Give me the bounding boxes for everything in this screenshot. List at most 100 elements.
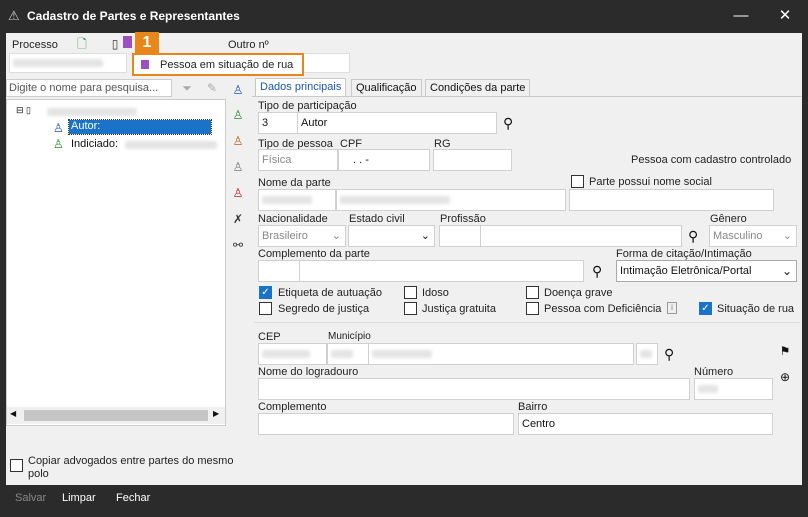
idoso-checkbox[interactable] (404, 286, 417, 299)
segredo-justica-label: Segredo de justiça (278, 303, 370, 315)
popup-icon (141, 60, 149, 69)
complemento-label: Complemento (258, 401, 327, 413)
rg-field[interactable] (433, 149, 512, 171)
remove-person-icon[interactable]: ✗ (229, 210, 247, 228)
municipio-code[interactable] (327, 343, 369, 365)
link-person-icon[interactable]: ⚯ (229, 236, 247, 254)
cadastro-controlado-label: Pessoa com cadastro controlado (631, 154, 792, 166)
add-blue-person-icon[interactable]: ♙ (229, 81, 247, 99)
municipio-field[interactable] (368, 343, 634, 365)
add-address-icon[interactable]: ⊕ (776, 368, 794, 386)
title-bar: ⚠ Cadastro de Partes e Representantes — … (0, 0, 808, 33)
deficiencia-checkbox[interactable] (526, 302, 539, 315)
nome-parte-field[interactable] (336, 189, 566, 211)
copiar-advogados-label: Copiar advogados entre partes do mesmo p… (28, 455, 234, 480)
outro-label: Outro nº (228, 39, 269, 51)
info-icon[interactable]: i (667, 302, 677, 314)
nome-parte-code[interactable] (258, 189, 336, 211)
tree-root-icon[interactable]: ⊟ ▯ (16, 105, 31, 116)
chevron-down-icon: ⌄ (781, 264, 792, 278)
section-divider (254, 322, 800, 323)
complemento-field[interactable] (258, 413, 514, 435)
tab-condicoes[interactable]: Condições da parte (425, 79, 531, 97)
complemento-parte-code[interactable] (258, 260, 300, 282)
copiar-advogados-checkbox[interactable] (10, 459, 23, 472)
scroll-left-icon[interactable]: ◀ (10, 409, 16, 418)
estado-civil-select[interactable]: ⌄ (348, 225, 435, 247)
tipo-pessoa-field[interactable]: Física (258, 149, 338, 171)
minimize-button[interactable]: — (726, 5, 756, 27)
numero-field[interactable] (694, 378, 773, 400)
segredo-justica-checkbox[interactable] (259, 302, 272, 315)
tree-item-autor[interactable]: Autor: (68, 119, 212, 135)
tipo-participacao-field[interactable]: Autor (297, 112, 497, 134)
etiqueta-checkbox[interactable]: ✓ (259, 286, 272, 299)
profissao-label: Profissão (440, 213, 486, 225)
complemento-parte-label: Complemento da parte (258, 248, 370, 260)
tipo-participacao-code[interactable]: 3 (258, 112, 298, 134)
genero-label: Gênero (710, 213, 747, 225)
book-icon[interactable]: ▯ (106, 35, 124, 53)
app-icon: ⚠ (8, 8, 20, 23)
situacao-rua-checkbox[interactable]: ✓ (699, 302, 712, 315)
chevron-down-icon: ⌄ (782, 230, 792, 242)
tab-qualificacao[interactable]: Qualificação (351, 79, 422, 97)
fechar-button[interactable]: Fechar (116, 492, 150, 504)
find-address-icon[interactable]: ⚑ (776, 342, 794, 360)
bairro-label: Bairro (518, 401, 548, 413)
scroll-right-icon[interactable]: ▶ (213, 409, 219, 418)
add-orange-person-icon[interactable]: ♙ (229, 132, 247, 150)
tree-item-indiciado[interactable]: Indiciado: (71, 138, 118, 150)
logradouro-label: Nome do logradouro (258, 366, 359, 378)
profissao-field[interactable] (480, 225, 682, 247)
municipio-label: Município (328, 331, 371, 342)
horizontal-scrollbar[interactable]: ◀ ▶ (7, 407, 225, 424)
cpf-field[interactable]: . . - (338, 149, 430, 171)
nome-social-checkbox[interactable] (571, 175, 584, 188)
filter-icon[interactable]: ⏷ (178, 79, 196, 97)
processo-field[interactable] (9, 53, 127, 73)
uf-field[interactable] (636, 343, 658, 365)
search-placeholder: Digite o nome para pesquisa... (9, 82, 159, 94)
etiqueta-label: Etiqueta de autuação (278, 287, 382, 299)
tree-item-label: Autor: (71, 120, 101, 132)
idoso-label: Idoso (422, 287, 449, 299)
search-municipio-icon[interactable]: ⚲ (664, 345, 674, 363)
add-green-person-icon[interactable]: ♙ (229, 106, 247, 124)
search-profissao-icon[interactable]: ⚲ (688, 227, 698, 245)
cep-label: CEP (258, 331, 281, 343)
bairro-field[interactable]: Centro (518, 413, 773, 435)
add-red-person-icon[interactable]: ♙ (229, 184, 247, 202)
forma-citacao-value: Intimação Eletrônica/Portal (620, 265, 752, 277)
window-title: Cadastro de Partes e Representantes (27, 9, 240, 23)
profissao-code[interactable] (439, 225, 481, 247)
search-input[interactable]: Digite o nome para pesquisa... (6, 79, 172, 97)
justica-gratuita-checkbox[interactable] (404, 302, 417, 315)
scroll-thumb[interactable] (24, 410, 208, 421)
salvar-button[interactable]: Salvar (15, 492, 46, 504)
numero-label: Número (694, 366, 734, 378)
search-complemento-icon[interactable]: ⚲ (592, 262, 602, 280)
nacionalidade-value: Brasileiro (262, 230, 308, 242)
nacionalidade-select[interactable]: Brasileiro ⌄ (258, 225, 346, 247)
add-gray-person-icon[interactable]: ♙ (229, 158, 247, 176)
cep-field[interactable] (258, 343, 327, 365)
chevron-down-icon: ⌄ (420, 230, 430, 242)
complemento-parte-field[interactable] (299, 260, 584, 282)
situacao-rua-popup[interactable]: Pessoa em situação de rua (132, 53, 304, 76)
brush-icon[interactable]: ✎ (203, 79, 221, 97)
genero-select[interactable]: Masculino ⌄ (709, 225, 797, 247)
deficiencia-label: Pessoa com Deficiência (544, 303, 662, 315)
purple-marker-icon[interactable] (123, 36, 132, 48)
doenca-grave-checkbox[interactable] (526, 286, 539, 299)
search-participacao-icon[interactable]: ⚲ (503, 114, 513, 132)
logradouro-field[interactable] (258, 378, 690, 400)
nome-parte-label: Nome da parte (258, 177, 331, 189)
new-document-icon[interactable]: 🗋 (73, 35, 91, 53)
close-button[interactable]: ✕ (770, 5, 800, 27)
parties-tree: ⊟ ▯ ♙ Autor: ♙ Indiciado: (6, 99, 226, 426)
limpar-button[interactable]: Limpar (62, 492, 96, 504)
nome-social-field[interactable] (569, 189, 774, 211)
tab-dados-principais[interactable]: Dados principais (255, 78, 347, 97)
forma-citacao-select[interactable]: Intimação Eletrônica/Portal ⌄ (616, 260, 797, 282)
